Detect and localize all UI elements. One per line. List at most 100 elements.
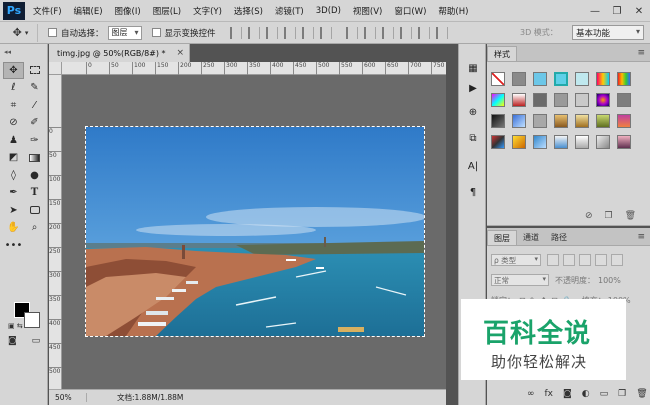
style-swatch[interactable] (554, 93, 568, 107)
delete-style-icon[interactable]: 🗑 (625, 211, 636, 221)
adjustment-layer-icon[interactable]: ◐ (582, 389, 590, 399)
ruler-origin[interactable] (49, 62, 62, 75)
eyedropper-tool[interactable]: ⁄ (24, 97, 45, 114)
style-swatch[interactable] (491, 135, 505, 149)
style-swatch[interactable] (533, 114, 547, 128)
style-swatch[interactable] (617, 114, 631, 128)
distribute-left-icon[interactable] (399, 26, 412, 39)
clear-style-icon[interactable]: ⊘ (585, 211, 593, 221)
style-swatch[interactable] (596, 93, 610, 107)
gradient-tool[interactable] (24, 150, 45, 167)
shape-filter-icon[interactable] (595, 254, 607, 266)
zoom-tool[interactable]: ⌕ (24, 220, 45, 237)
style-swatch[interactable] (533, 72, 547, 86)
distribute-vcenter-icon[interactable] (363, 26, 376, 39)
style-swatch[interactable] (554, 72, 568, 86)
properties-icon[interactable]: ⧉ (465, 130, 481, 146)
close-tab-icon[interactable]: × (176, 48, 184, 58)
history-icon[interactable]: ▦ (465, 60, 481, 76)
distribute-top-icon[interactable] (345, 26, 358, 39)
menu-type[interactable]: 文字(Y) (193, 5, 222, 17)
pixel-filter-icon[interactable] (547, 254, 559, 266)
style-swatch[interactable] (596, 114, 610, 128)
close-button[interactable]: ✕ (628, 0, 650, 22)
lasso-tool[interactable]: ℓ (3, 80, 24, 97)
menu-image[interactable]: 图像(I) (115, 5, 141, 17)
move-tool-preset[interactable]: ✥ ▾ (4, 23, 38, 42)
style-swatch[interactable] (617, 72, 631, 86)
style-swatch[interactable] (575, 135, 589, 149)
stamp-tool[interactable]: ♟ (3, 132, 24, 149)
pen-tool[interactable]: ✒ (3, 185, 24, 202)
brush-tool[interactable]: ✐ (24, 115, 45, 132)
menu-filter[interactable]: 滤镜(T) (275, 5, 304, 17)
tab-channels[interactable]: 通道 (517, 230, 545, 245)
auto-select-dropdown[interactable]: 图层 (107, 25, 142, 40)
restore-button[interactable]: ❐ (606, 0, 628, 22)
new-style-icon[interactable]: ❐ (604, 211, 612, 221)
style-swatch[interactable] (617, 135, 631, 149)
align-bottom-icon[interactable] (265, 26, 278, 39)
show-transform-checkbox[interactable] (151, 28, 161, 37)
smart-object-filter-icon[interactable] (611, 254, 623, 266)
menu-select[interactable]: 选择(S) (234, 5, 263, 17)
tab-styles[interactable]: 样式 (487, 46, 517, 61)
shape-tool[interactable] (24, 202, 45, 219)
zoom-level[interactable]: 50% (49, 393, 87, 402)
menu-file[interactable]: 文件(F) (33, 5, 62, 17)
distribute-right-icon[interactable] (435, 26, 448, 39)
style-swatch[interactable] (533, 135, 547, 149)
collapse-icon[interactable]: ◂◂ (4, 48, 11, 56)
style-swatch[interactable] (491, 93, 505, 107)
style-swatch[interactable] (617, 93, 631, 107)
workspace-dropdown[interactable]: 基本功能 (572, 25, 644, 40)
marquee-tool[interactable] (24, 62, 45, 79)
move-tool[interactable]: ✥ (3, 62, 24, 79)
tab-paths[interactable]: 路径 (545, 230, 573, 245)
style-swatch[interactable] (512, 135, 526, 149)
style-swatch[interactable] (512, 93, 526, 107)
mask-mode-icons[interactable]: ◙ ▭ (8, 336, 46, 346)
adjustment-filter-icon[interactable] (563, 254, 575, 266)
link-layers-icon[interactable]: ∞ (527, 389, 535, 399)
new-group-icon[interactable]: ▭ (600, 389, 609, 399)
path-select-tool[interactable]: ➤ (3, 202, 24, 219)
type-panel-icon[interactable]: A| (465, 158, 481, 174)
menu-layer[interactable]: 图层(L) (153, 5, 181, 17)
crop-tool[interactable]: ⌗ (3, 97, 24, 114)
default-colors-icon[interactable]: ▣ ⇆ (8, 322, 23, 330)
menu-help[interactable]: 帮助(H) (438, 5, 468, 17)
distribute-bottom-icon[interactable] (381, 26, 394, 39)
delete-layer-icon[interactable]: 🗑 (636, 389, 647, 399)
type-filter-icon[interactable] (579, 254, 591, 266)
menu-window[interactable]: 窗口(W) (394, 5, 426, 17)
character-paragraph-icon[interactable]: ⊕ (465, 104, 481, 120)
menu-3d[interactable]: 3D(D) (316, 6, 341, 16)
auto-select-checkbox[interactable] (48, 28, 57, 37)
minimize-button[interactable]: — (584, 0, 606, 22)
align-top-icon[interactable] (229, 26, 242, 39)
type-tool[interactable]: T (24, 185, 45, 202)
actions-icon[interactable]: ▶ (465, 80, 481, 96)
style-swatch[interactable] (491, 72, 505, 86)
style-swatch[interactable] (575, 93, 589, 107)
align-hcenter-icon[interactable] (301, 26, 314, 39)
panel-menu-icon[interactable]: ≡ (637, 232, 645, 242)
blend-mode-dropdown[interactable]: 正常 (491, 274, 549, 286)
align-right-icon[interactable] (319, 26, 332, 39)
align-vcenter-icon[interactable] (247, 26, 260, 39)
style-swatch[interactable] (575, 114, 589, 128)
eraser-tool[interactable]: ◩ (3, 150, 24, 167)
style-swatch[interactable] (512, 114, 526, 128)
venice-photo[interactable] (85, 126, 425, 337)
hand-tool[interactable]: ✋ (3, 220, 24, 237)
layer-style-icon[interactable]: fx (545, 389, 554, 399)
style-swatch[interactable] (596, 72, 610, 86)
distribute-hcenter-icon[interactable] (417, 26, 430, 39)
more-tools[interactable]: ••• (3, 237, 24, 254)
add-mask-icon[interactable]: ◙ (563, 389, 572, 399)
horizontal-ruler[interactable]: 0 50 100 150 200 250 300 350 400 450 500 550 600 650 7… (62, 62, 467, 75)
style-swatch[interactable] (533, 93, 547, 107)
menu-view[interactable]: 视图(V) (353, 5, 382, 17)
blur-tool[interactable]: ◊ (3, 167, 24, 184)
